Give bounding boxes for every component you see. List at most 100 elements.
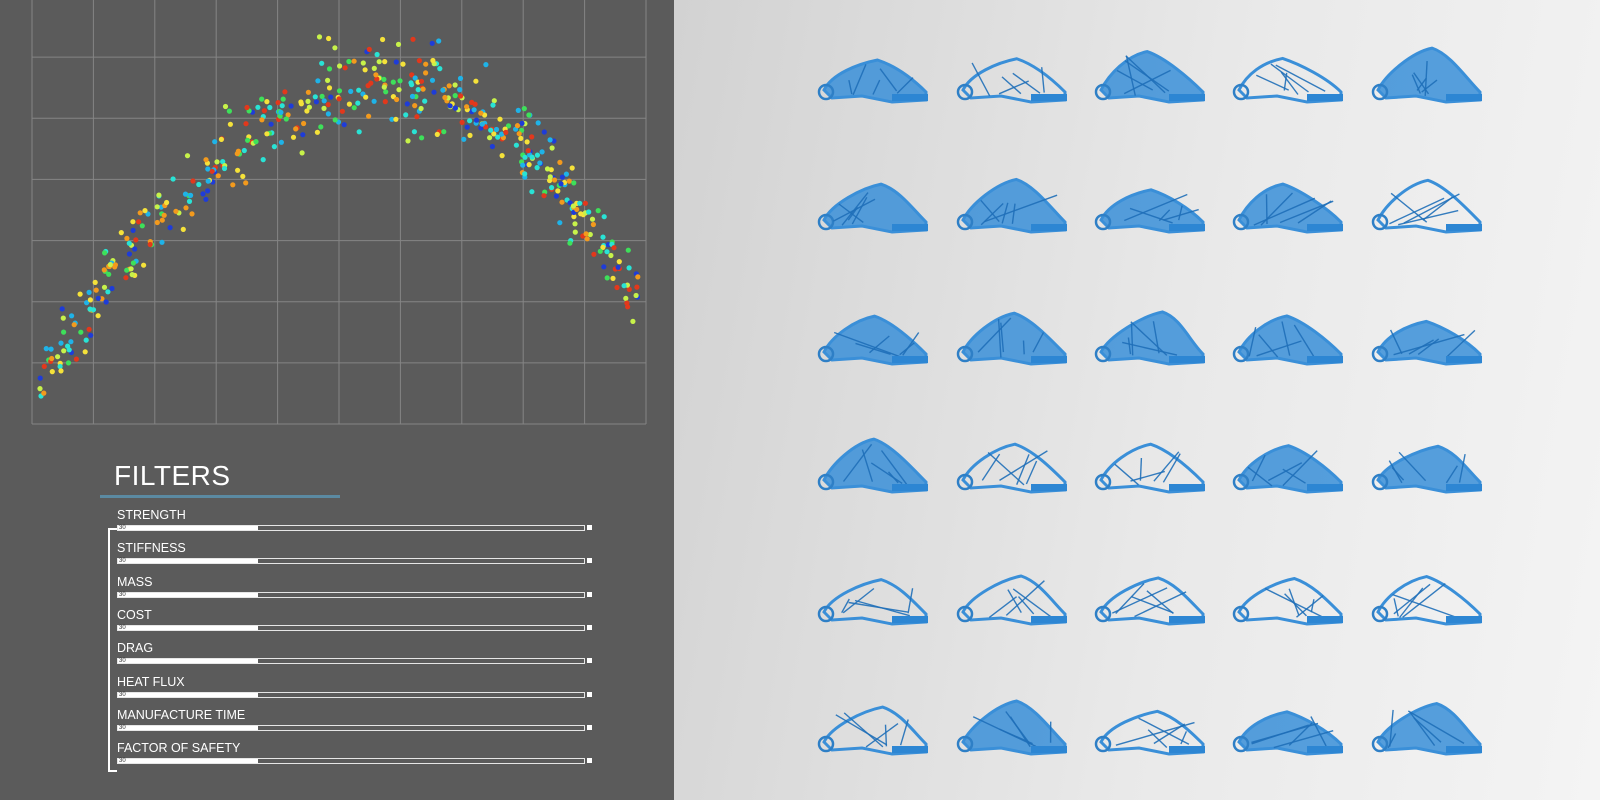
scatter-point[interactable]	[261, 108, 267, 114]
filter-slider-end-handle[interactable]	[587, 558, 592, 564]
scatter-point[interactable]	[526, 112, 532, 118]
scatter-point[interactable]	[101, 267, 107, 273]
scatter-point[interactable]	[431, 89, 437, 95]
scatter-point[interactable]	[86, 326, 92, 332]
scatter-point[interactable]	[529, 154, 535, 160]
scatter-point[interactable]	[61, 348, 67, 354]
scatter-point[interactable]	[268, 121, 274, 127]
scatter-point[interactable]	[109, 285, 115, 292]
scatter-point[interactable]	[366, 113, 372, 119]
filter-slider-fill[interactable]	[118, 692, 258, 697]
scatter-point[interactable]	[71, 322, 77, 328]
scatter-point[interactable]	[315, 78, 321, 84]
scatter-point[interactable]	[473, 117, 480, 123]
scatter-point[interactable]	[189, 211, 195, 217]
scatter-point[interactable]	[280, 96, 286, 102]
scatter-point[interactable]	[491, 98, 497, 104]
scatter-point[interactable]	[129, 272, 135, 278]
scatter-point[interactable]	[49, 355, 55, 362]
chassis-design-icon[interactable]	[1232, 444, 1343, 494]
scatter-point[interactable]	[394, 96, 400, 103]
scatter-point[interactable]	[173, 208, 179, 214]
scatter-point[interactable]	[305, 98, 311, 104]
scatter-point[interactable]	[529, 189, 535, 195]
scatter-point[interactable]	[306, 104, 312, 110]
scatter-point[interactable]	[380, 36, 386, 43]
scatter-point[interactable]	[403, 112, 409, 118]
scatter-point[interactable]	[259, 96, 265, 102]
scatter-point[interactable]	[571, 180, 577, 186]
filter-slider[interactable]	[117, 658, 585, 665]
chassis-design-icon[interactable]	[1094, 576, 1205, 626]
scatter-point[interactable]	[559, 174, 566, 180]
scatter-point[interactable]	[203, 157, 209, 163]
scatter-point[interactable]	[534, 165, 540, 171]
scatter-point[interactable]	[118, 230, 124, 236]
scatter-point[interactable]	[326, 66, 333, 72]
scatter-point[interactable]	[601, 264, 607, 270]
scatter-point[interactable]	[412, 103, 418, 109]
scatter-point[interactable]	[381, 84, 387, 90]
scatter-point[interactable]	[418, 78, 425, 84]
scatter-point[interactable]	[159, 239, 165, 245]
filter-slider[interactable]	[117, 758, 585, 765]
scatter-point[interactable]	[590, 221, 597, 228]
filter-slider[interactable]	[117, 591, 585, 598]
scatter-point[interactable]	[65, 360, 72, 366]
scatter-point[interactable]	[518, 135, 524, 141]
scatter-point[interactable]	[209, 168, 215, 174]
filter-slider[interactable]	[117, 624, 585, 631]
scatter-point[interactable]	[87, 306, 93, 312]
scatter-point[interactable]	[409, 82, 415, 88]
scatter-point[interactable]	[566, 178, 572, 184]
scatter-point[interactable]	[621, 283, 627, 289]
scatter-point[interactable]	[446, 83, 452, 89]
scatter-point[interactable]	[66, 347, 72, 353]
scatter-point[interactable]	[124, 235, 130, 241]
scatter-point[interactable]	[362, 67, 368, 73]
filter-slider[interactable]	[117, 691, 585, 698]
scatter-point[interactable]	[360, 60, 366, 66]
scatter-point[interactable]	[346, 101, 352, 107]
scatter-point[interactable]	[95, 295, 101, 301]
scatter-point[interactable]	[625, 247, 631, 253]
scatter-point[interactable]	[77, 291, 83, 297]
filter-slider-end-handle[interactable]	[587, 758, 592, 764]
scatter-point[interactable]	[515, 107, 521, 113]
filter-slider-fill[interactable]	[118, 559, 258, 564]
scatter-point[interactable]	[126, 240, 132, 246]
scatter-point[interactable]	[397, 78, 403, 84]
scatter-point[interactable]	[271, 144, 277, 150]
scatter-point[interactable]	[55, 354, 61, 360]
scatter-point[interactable]	[396, 87, 402, 93]
scatter-point[interactable]	[69, 313, 75, 319]
scatter-point[interactable]	[623, 295, 629, 301]
chassis-design-icon[interactable]	[956, 699, 1067, 756]
scatter-point[interactable]	[363, 94, 369, 100]
scatter-point[interactable]	[464, 104, 470, 110]
scatter-point[interactable]	[139, 223, 145, 229]
scatter-point[interactable]	[539, 149, 545, 155]
scatter-point[interactable]	[298, 99, 304, 105]
scatter-point[interactable]	[412, 75, 418, 81]
scatter-point[interactable]	[321, 105, 327, 111]
scatter-point[interactable]	[430, 57, 436, 64]
scatter-point[interactable]	[83, 337, 89, 343]
scatter-point[interactable]	[457, 75, 464, 81]
chassis-design-icon[interactable]	[1371, 702, 1482, 756]
scatter-point[interactable]	[316, 34, 323, 40]
scatter-point[interactable]	[321, 98, 327, 104]
filter-slider-end-handle[interactable]	[587, 525, 592, 530]
scatter-point[interactable]	[584, 236, 590, 242]
scatter-point[interactable]	[395, 41, 402, 48]
scatter-point[interactable]	[205, 188, 211, 194]
scatter-point[interactable]	[551, 177, 558, 183]
scatter-point[interactable]	[423, 70, 429, 76]
scatter-point[interactable]	[478, 110, 484, 116]
scatter-point[interactable]	[318, 124, 324, 130]
scatter-point[interactable]	[520, 162, 526, 168]
scatter-point[interactable]	[259, 117, 265, 123]
scatter-point[interactable]	[156, 192, 162, 198]
scatter-point[interactable]	[283, 116, 289, 122]
scatter-point[interactable]	[356, 129, 362, 135]
